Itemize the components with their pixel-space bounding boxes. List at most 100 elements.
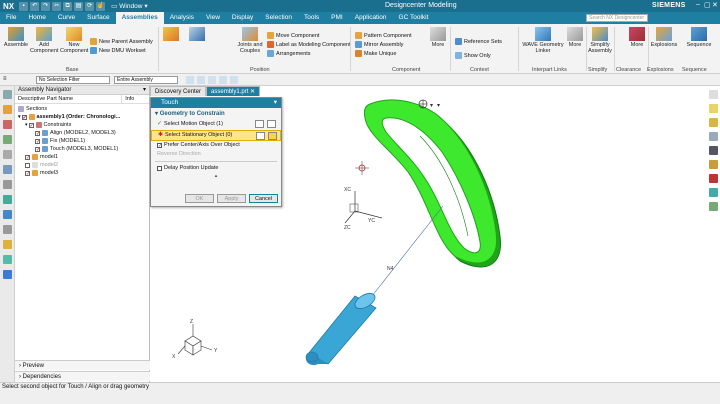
- tab-analysis[interactable]: Analysis: [164, 12, 200, 24]
- column-info[interactable]: Info: [122, 95, 149, 103]
- make-unique-button[interactable]: Make Unique: [355, 50, 396, 57]
- delay-update-checkbox[interactable]: Delay Position Update: [151, 164, 281, 173]
- window-menu[interactable]: ▭ Window ▾: [111, 2, 148, 11]
- redo-icon[interactable]: ↷: [41, 1, 51, 11]
- point-dialog-icon[interactable]: [268, 132, 277, 140]
- tab-view[interactable]: View: [200, 12, 226, 24]
- apply-button[interactable]: Apply: [217, 194, 246, 203]
- selection-filter-dropdown[interactable]: No Selection Filter: [36, 76, 110, 84]
- ok-button[interactable]: OK: [185, 194, 214, 203]
- move-component-button[interactable]: Move Component: [267, 32, 319, 39]
- prefer-center-checkbox[interactable]: ✓ Prefer Center/Axis Over Object: [151, 141, 281, 150]
- knowledge-icon[interactable]: [2, 270, 12, 279]
- preview-section[interactable]: › Preview: [15, 360, 150, 370]
- tab-selection[interactable]: Selection: [259, 12, 298, 24]
- manufacturing-icon[interactable]: [2, 240, 12, 249]
- tab-application[interactable]: Application: [349, 12, 393, 24]
- process-studio-icon[interactable]: [2, 195, 12, 204]
- tab-surface[interactable]: Surface: [81, 12, 115, 24]
- visibility-checkbox[interactable]: ✓: [25, 170, 30, 176]
- new-component-button[interactable]: New Component: [60, 27, 88, 54]
- snap-icon[interactable]: [219, 76, 227, 84]
- assembly-constraints-button[interactable]: [185, 27, 209, 42]
- select-motion-object[interactable]: ✓ Select Motion Object (1): [151, 119, 281, 130]
- save-icon[interactable]: ▪: [19, 1, 29, 11]
- tree-row-constraints[interactable]: ▾ ✓ Constraints: [15, 121, 149, 129]
- system-materials-icon[interactable]: [2, 225, 12, 234]
- tab-gc-toolkit[interactable]: GC Toolkit: [393, 12, 435, 24]
- cut-icon[interactable]: ✂: [52, 1, 62, 11]
- dialog-title-bar[interactable]: Touch ▾: [151, 98, 281, 108]
- mirror-assembly-button[interactable]: Mirror Assembly: [355, 41, 403, 48]
- settings-icon[interactable]: [2, 90, 12, 99]
- visibility-checkbox[interactable]: ✓: [25, 154, 30, 160]
- web-browser-icon[interactable]: [2, 180, 12, 189]
- checkbox-checked[interactable]: ✓: [157, 143, 162, 149]
- paste-icon[interactable]: ▤: [74, 1, 84, 11]
- reference-sets-button[interactable]: Reference Sets: [455, 38, 502, 45]
- visibility-checkbox[interactable]: ✓: [35, 138, 40, 144]
- close-button[interactable]: ✕: [712, 1, 718, 9]
- tab-curve[interactable]: Curve: [52, 12, 81, 24]
- simplify-assembly-button[interactable]: Simplify Assembly: [588, 27, 612, 54]
- touch-mode-icon[interactable]: ☝: [96, 1, 106, 11]
- tab-pmi[interactable]: PMI: [325, 12, 349, 24]
- tab-home[interactable]: Home: [22, 12, 51, 24]
- checkbox-unchecked[interactable]: [157, 166, 162, 171]
- tree-row-align[interactable]: ✓ Align (MODEL2, MODEL3): [15, 129, 149, 137]
- nx-icon[interactable]: [708, 174, 718, 183]
- view-icon[interactable]: [708, 90, 718, 99]
- tree-row-assembly1[interactable]: ▾ ✓ assembly1 (Order: Chronologi...: [15, 113, 149, 121]
- shaded-icon[interactable]: [708, 104, 718, 113]
- visibility-checkbox[interactable]: [25, 162, 30, 168]
- history-icon[interactable]: [2, 165, 12, 174]
- tree-row-model3[interactable]: ✓ model3: [15, 169, 149, 177]
- selection-scope-dropdown[interactable]: Entire Assembly: [114, 76, 178, 84]
- section-icon[interactable]: [708, 132, 718, 141]
- roles-icon[interactable]: [2, 210, 12, 219]
- close-icon[interactable]: ✕: [250, 89, 255, 95]
- tab-assembly1[interactable]: assembly1.prt ✕: [206, 86, 261, 96]
- explosions-button[interactable]: Explosions: [650, 27, 678, 48]
- add-component-button[interactable]: Add Component: [30, 27, 58, 54]
- snap-icon[interactable]: [230, 76, 238, 84]
- tree-row-sections[interactable]: Sections: [15, 105, 149, 113]
- command-search-input[interactable]: Search NX Designcenter: [586, 14, 648, 22]
- sequence-button[interactable]: Sequence: [684, 27, 714, 48]
- blue-component-model3[interactable]: [305, 290, 378, 366]
- minimize-button[interactable]: –: [696, 1, 700, 8]
- visibility-checkbox[interactable]: ✓: [28, 122, 34, 128]
- reuse-library-icon[interactable]: [2, 150, 12, 159]
- constraint-navigator-icon[interactable]: [2, 120, 12, 129]
- arrangements-button[interactable]: Arrangements: [267, 50, 311, 57]
- render-icon[interactable]: [708, 188, 718, 197]
- select-cursor-icon[interactable]: [256, 132, 265, 140]
- snap-icon[interactable]: [197, 76, 205, 84]
- tree-row-model2[interactable]: model2: [15, 161, 149, 169]
- select-stationary-object[interactable]: ✱ Select Stationary Object (0): [151, 130, 281, 141]
- tree-row-touch[interactable]: ✓ Touch (MODEL3, MODEL1): [15, 145, 149, 153]
- assembly-navigator-icon[interactable]: [2, 105, 12, 114]
- tab-file[interactable]: File: [0, 12, 22, 24]
- column-part-name[interactable]: Descriptive Part Name: [15, 95, 123, 103]
- label-modeling-button[interactable]: Label as Modeling Component: [267, 41, 351, 48]
- visibility-checkbox[interactable]: ✓: [35, 130, 40, 136]
- visibility-checkbox[interactable]: ✓: [35, 146, 40, 152]
- tab-display[interactable]: Display: [226, 12, 259, 24]
- layer-icon[interactable]: [708, 202, 718, 211]
- tree-row-model1[interactable]: ✓ model1: [15, 153, 149, 161]
- assemble-button[interactable]: Assemble: [3, 27, 29, 48]
- move-component-large-button[interactable]: [160, 27, 182, 42]
- tab-tools[interactable]: Tools: [298, 12, 325, 24]
- reverse-direction-button[interactable]: Reverse Direction: [151, 150, 281, 159]
- geometry-section-header[interactable]: ▾ Geometry to Constrain: [151, 108, 281, 119]
- repeat-icon[interactable]: ⟳: [85, 1, 95, 11]
- green-component-model1[interactable]: [363, 99, 502, 268]
- more-component-button[interactable]: More: [428, 27, 448, 48]
- new-parent-assembly-button[interactable]: New Parent Assembly: [90, 38, 153, 45]
- collapse-icon[interactable]: ▾: [25, 121, 28, 129]
- pattern-component-button[interactable]: Pattern Component: [355, 32, 412, 39]
- tree-row-fix[interactable]: ✓ Fix (MODEL1): [15, 137, 149, 145]
- cancel-button[interactable]: Cancel: [249, 194, 278, 203]
- menu-icon[interactable]: ≡: [3, 76, 7, 82]
